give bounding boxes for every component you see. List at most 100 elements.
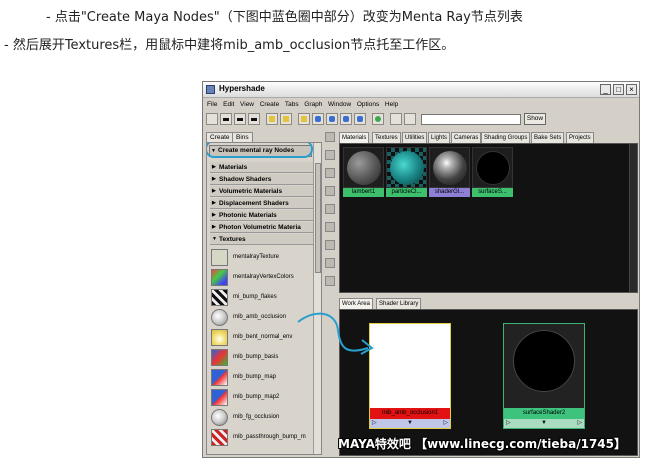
create-panel-scrollbar[interactable]	[313, 143, 321, 454]
node-label: mentalrayTexture	[233, 254, 280, 260]
close-button[interactable]: ×	[626, 84, 637, 95]
clear-graph-icon[interactable]	[298, 113, 310, 125]
menu-edit[interactable]: Edit	[223, 99, 234, 111]
layout-top-icon[interactable]	[206, 113, 218, 125]
swatch-surface-shader[interactable]: surfaceS...	[472, 147, 513, 197]
category-materials[interactable]: Materials	[210, 162, 313, 173]
tab-textures[interactable]: Textures	[372, 132, 401, 143]
bump-map2-icon	[211, 389, 228, 406]
instruction-line-1: - 点击"Create Maya Nodes"（下图中蓝色圈中部分）改变为Men…	[46, 10, 523, 25]
tab-projects[interactable]: Projects	[566, 132, 594, 143]
layout-bottom-icon[interactable]	[220, 113, 232, 125]
node-bump-basis[interactable]: mib_bump_basis	[211, 348, 314, 367]
window-title: Hypershade	[219, 84, 265, 93]
passthrough-bump-icon	[211, 429, 228, 446]
tool-icon-5[interactable]	[325, 204, 335, 214]
node-mib-amb-occlusion1[interactable]: mib_amb_occlusion1 ▷ ▼ ▷	[369, 323, 451, 429]
menu-create[interactable]: Create	[260, 99, 280, 111]
tab-materials[interactable]: Materials	[339, 132, 370, 143]
render-swatch-icon[interactable]	[372, 113, 384, 125]
forward-arrow-icon[interactable]	[280, 113, 292, 125]
sort-icon[interactable]	[390, 113, 402, 125]
expand-arrow-icon[interactable]: ▼	[407, 419, 413, 428]
texture-swatch-icon	[211, 249, 228, 266]
node-label: mentalrayVertexColors	[233, 274, 294, 280]
category-textures[interactable]: Textures	[210, 234, 313, 245]
tool-icon-4[interactable]	[325, 186, 335, 196]
layout-both-icon[interactable]	[234, 113, 246, 125]
swatch-lambert1[interactable]: lambert1	[343, 147, 384, 197]
node-controls: ▷ ▼ ▷	[370, 419, 450, 428]
instruction-line-2: - 然后展开Textures栏，用鼠标中建将mib_amb_occlusion节…	[4, 38, 455, 53]
work-area-tabs: Work Area Shader Library	[339, 298, 499, 309]
tool-icon-7[interactable]	[325, 240, 335, 250]
node-fg-occlusion[interactable]: mib_fg_occlusion	[211, 408, 314, 427]
node-passthrough-bump[interactable]: mib_passthrough_bump_m	[211, 428, 314, 447]
output-arrow-icon[interactable]: ▷	[443, 419, 448, 428]
node-bump-map[interactable]: mib_bump_map	[211, 368, 314, 387]
back-arrow-icon[interactable]	[266, 113, 278, 125]
show-button[interactable]: Show	[524, 113, 546, 125]
tool-icon-1[interactable]	[325, 132, 335, 142]
input-connections-icon[interactable]	[326, 113, 338, 125]
node-vertex-colors[interactable]: mentalrayVertexColors	[211, 268, 314, 287]
swatch-preview	[343, 147, 384, 188]
expand-arrow-icon[interactable]: ▼	[541, 419, 547, 428]
menu-graph[interactable]: Graph	[304, 99, 322, 111]
scrollbar-thumb[interactable]	[315, 163, 321, 273]
menu-file[interactable]: File	[207, 99, 217, 111]
swatch-preview	[386, 147, 427, 188]
tab-shader-library[interactable]: Shader Library	[376, 298, 422, 309]
node-label: mib_bump_map2	[233, 394, 280, 400]
tab-work-area[interactable]: Work Area	[339, 298, 373, 309]
graph-network-icon[interactable]	[312, 113, 324, 125]
maximize-button[interactable]: □	[613, 84, 624, 95]
tool-icon-2[interactable]	[325, 150, 335, 160]
node-bent-normal-env[interactable]: mib_bent_normal_env	[211, 328, 314, 347]
category-photonic-materials[interactable]: Photonic Materials	[210, 210, 313, 221]
hypershade-window: Hypershade _ □ × File Edit View Create T…	[202, 81, 640, 458]
node-surface-shader2[interactable]: surfaceShader2 ▷ ▼ ▷	[503, 323, 585, 429]
left-panel-tabs: Create Bins	[206, 132, 326, 142]
search-input[interactable]	[421, 114, 521, 125]
category-photon-volumetric[interactable]: Photon Volumetric Materia	[210, 222, 313, 233]
category-shadow-shaders[interactable]: Shadow Shaders	[210, 174, 313, 185]
category-volumetric-materials[interactable]: Volumetric Materials	[210, 186, 313, 197]
input-arrow-icon[interactable]: ▷	[372, 419, 377, 428]
tab-cameras[interactable]: Cameras	[451, 132, 482, 143]
filter-icon[interactable]	[404, 113, 416, 125]
layout-single-icon[interactable]	[248, 113, 260, 125]
tab-shading-groups[interactable]: Shading Groups	[481, 132, 531, 143]
minimize-button[interactable]: _	[600, 84, 611, 95]
menu-tabs[interactable]: Tabs	[285, 99, 299, 111]
swatch-shader-glow[interactable]: shaderGl...	[429, 147, 470, 197]
work-area: mib_amb_occlusion1 ▷ ▼ ▷ surfaceShader2 …	[339, 309, 638, 456]
tab-utilities[interactable]: Utilities	[402, 132, 428, 143]
node-preview	[513, 330, 575, 392]
tab-create[interactable]: Create	[206, 132, 234, 142]
node-bump-flakes[interactable]: mi_bump_flakes	[211, 288, 314, 307]
input-arrow-icon[interactable]: ▷	[506, 419, 511, 428]
output-arrow-icon[interactable]: ▷	[577, 419, 582, 428]
materials-scrollbar[interactable]	[629, 144, 637, 292]
tool-icon-8[interactable]	[325, 258, 335, 268]
node-bump-map2[interactable]: mib_bump_map2	[211, 388, 314, 407]
tab-bins[interactable]: Bins	[232, 132, 253, 142]
menu-window[interactable]: Window	[328, 99, 351, 111]
tab-bake-sets[interactable]: Bake Sets	[531, 132, 565, 143]
category-displacement-shaders[interactable]: Displacement Shaders	[210, 198, 313, 209]
node-amb-occlusion[interactable]: mib_amb_occlusion	[211, 308, 314, 327]
io-connections-icon[interactable]	[340, 113, 352, 125]
tool-icon-6[interactable]	[325, 222, 335, 232]
tab-lights[interactable]: Lights	[428, 132, 451, 143]
swatch-preview	[472, 147, 513, 188]
node-mentalray-texture[interactable]: mentalrayTexture	[211, 248, 314, 267]
menu-view[interactable]: View	[240, 99, 254, 111]
bent-normal-icon	[211, 329, 228, 346]
tool-icon-9[interactable]	[325, 276, 335, 286]
tool-icon-3[interactable]	[325, 168, 335, 178]
swatch-particle-cloud[interactable]: particleCl...	[386, 147, 427, 197]
menu-options[interactable]: Options	[357, 99, 379, 111]
output-connections-icon[interactable]	[354, 113, 366, 125]
menu-help[interactable]: Help	[385, 99, 398, 111]
